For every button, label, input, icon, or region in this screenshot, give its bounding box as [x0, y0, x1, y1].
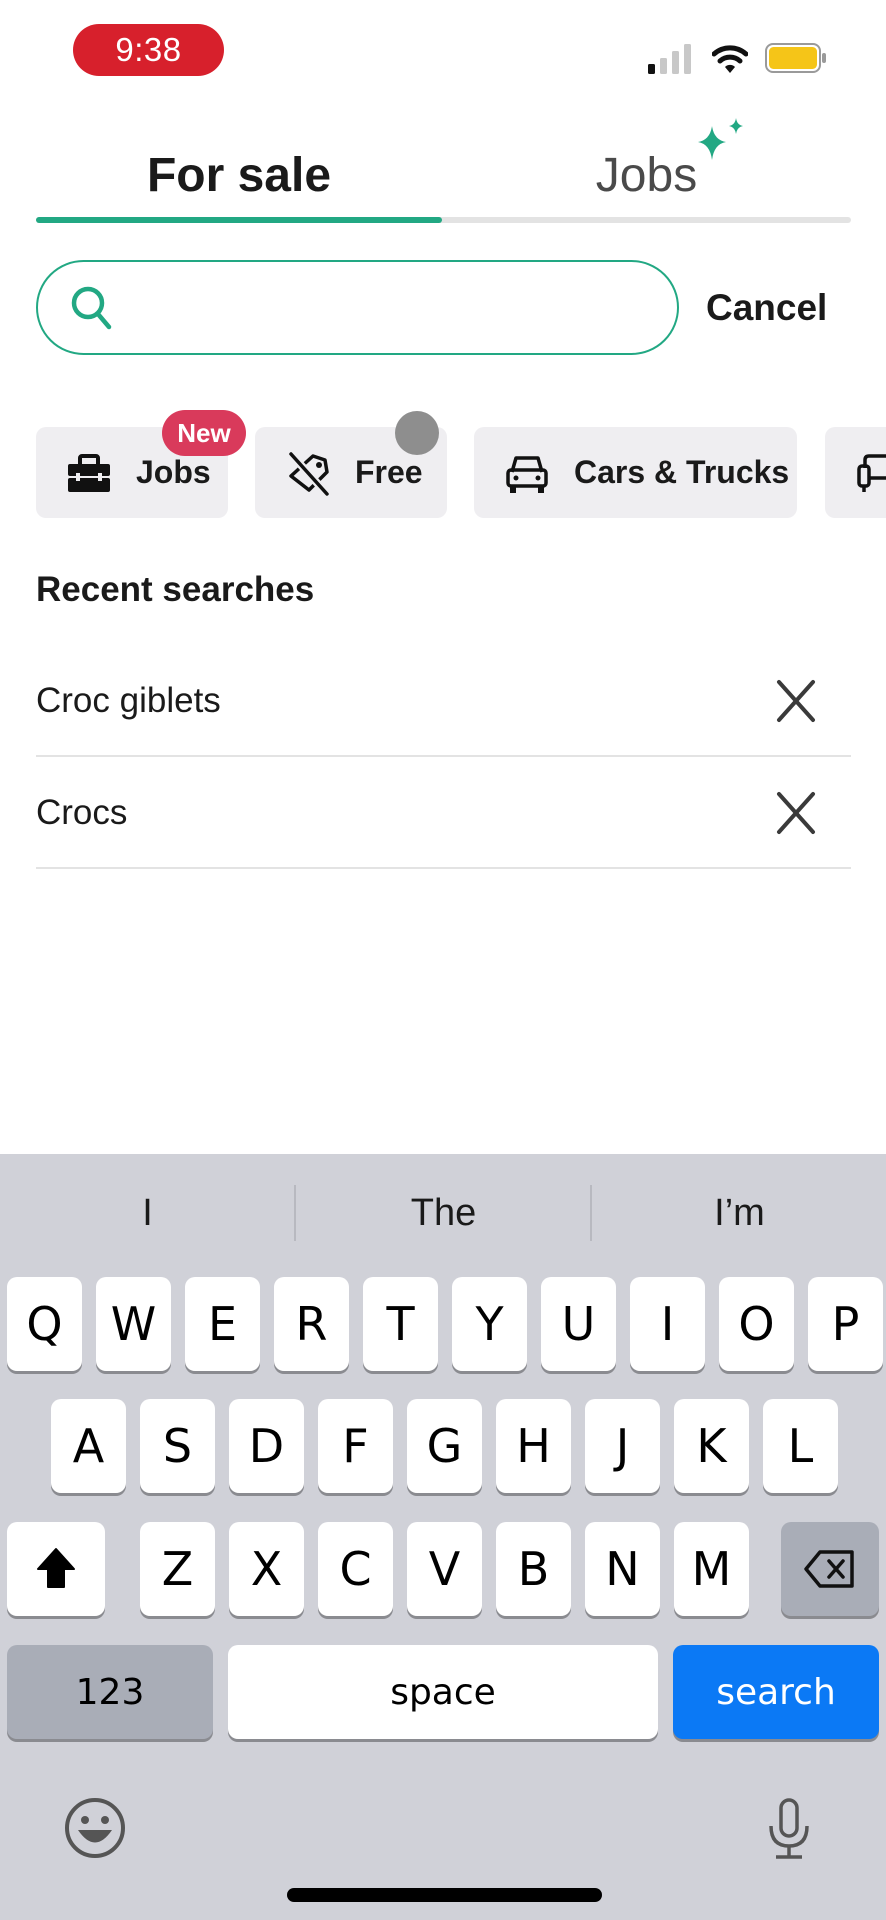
key-f[interactable]: F [318, 1399, 393, 1493]
key-q[interactable]: Q [7, 1277, 82, 1371]
key-s[interactable]: S [140, 1399, 215, 1493]
chip-furniture[interactable] [825, 427, 886, 518]
key-b[interactable]: B [496, 1522, 571, 1616]
wifi-icon [712, 45, 748, 73]
search-input[interactable] [125, 272, 655, 342]
recent-searches-heading: Recent searches [36, 570, 315, 609]
suggestion-2[interactable]: The [296, 1183, 591, 1243]
suggestion-1[interactable]: I [0, 1183, 295, 1243]
key-y[interactable]: Y [452, 1277, 527, 1371]
shift-key[interactable] [7, 1522, 105, 1616]
search-key[interactable]: search [673, 1645, 879, 1739]
cancel-button[interactable]: Cancel [706, 282, 827, 334]
key-o[interactable]: O [719, 1277, 794, 1371]
sparkle-icon [698, 118, 743, 160]
key-e[interactable]: E [185, 1277, 260, 1371]
cellular-signal-icon [648, 44, 691, 74]
recent-search-label: Croc giblets [36, 680, 221, 720]
search-icon [71, 286, 112, 330]
key-z[interactable]: Z [140, 1522, 215, 1616]
key-w[interactable]: W [96, 1277, 171, 1371]
key-n[interactable]: N [585, 1522, 660, 1616]
suggestion-3[interactable]: I’m [592, 1183, 886, 1243]
backspace-icon [804, 1550, 854, 1588]
key-p[interactable]: P [808, 1277, 883, 1371]
key-x[interactable]: X [229, 1522, 304, 1616]
battery-icon [765, 43, 826, 73]
recent-search-item[interactable]: Crocs [36, 758, 851, 869]
touch-indicator [395, 411, 439, 455]
key-h[interactable]: H [496, 1399, 571, 1493]
key-v[interactable]: V [407, 1522, 482, 1616]
space-key[interactable]: space [228, 1645, 658, 1739]
briefcase-icon [68, 453, 110, 492]
key-u[interactable]: U [541, 1277, 616, 1371]
recent-search-item[interactable]: Croc giblets [36, 646, 851, 757]
key-c[interactable]: C [318, 1522, 393, 1616]
chip-free-label: Free [355, 454, 423, 490]
key-i[interactable]: I [630, 1277, 705, 1371]
recent-search-label: Crocs [36, 792, 128, 832]
tab-jobs-label: Jobs [595, 148, 698, 202]
shift-icon [37, 1548, 75, 1588]
microphone-icon[interactable] [766, 1798, 812, 1860]
tab-for-sale-label: For sale [146, 148, 332, 202]
chip-cars-trucks[interactable]: Cars & Trucks [474, 427, 797, 518]
key-d[interactable]: D [229, 1399, 304, 1493]
car-icon [506, 455, 548, 493]
key-a[interactable]: A [51, 1399, 126, 1493]
delete-key[interactable] [781, 1522, 879, 1616]
key-l[interactable]: L [763, 1399, 838, 1493]
remove-icon[interactable] [771, 676, 821, 726]
tab-for-sale[interactable]: For sale [36, 145, 442, 205]
free-tag-icon [288, 450, 330, 496]
key-j[interactable]: J [585, 1399, 660, 1493]
key-g[interactable]: G [407, 1399, 482, 1493]
emoji-icon[interactable] [64, 1797, 126, 1859]
remove-icon[interactable] [771, 788, 821, 838]
key-t[interactable]: T [363, 1277, 438, 1371]
tab-jobs[interactable]: Jobs [442, 145, 851, 205]
key-m[interactable]: M [674, 1522, 749, 1616]
new-badge: New [162, 410, 246, 456]
status-time: 9:38 [73, 24, 224, 76]
numbers-key[interactable]: 123 [7, 1645, 213, 1739]
home-indicator[interactable] [287, 1888, 602, 1902]
key-r[interactable]: R [274, 1277, 349, 1371]
chip-cars-label: Cars & Trucks [574, 454, 790, 490]
key-k[interactable]: K [674, 1399, 749, 1493]
sofa-icon [857, 453, 886, 492]
chip-jobs-label: Jobs [136, 454, 211, 490]
tab-active-indicator [36, 217, 442, 223]
